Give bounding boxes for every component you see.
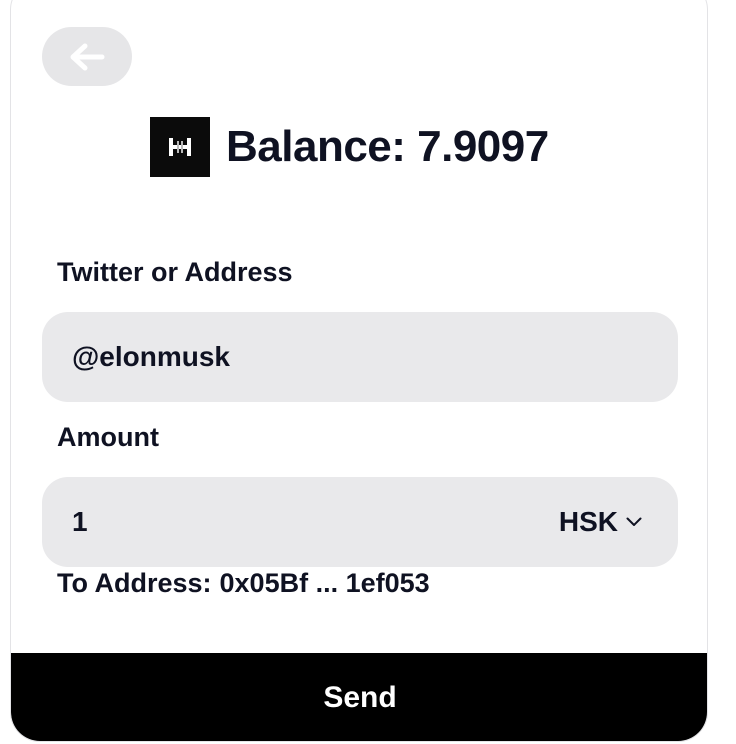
recipient-input[interactable]: @elonmusk [42,312,678,402]
to-address-line: To Address: 0x05Bf ... 1ef053 [57,568,438,599]
balance-text: Balance: 7.9097 [226,122,549,171]
send-card: Balance: 7.9097 Twitter or Address @elon… [10,0,708,742]
token-select[interactable]: HSK [559,506,642,538]
to-address-value: 0x05Bf ... 1ef053 [219,568,430,598]
hsk-token-logo-icon [150,117,210,177]
recipient-input-value: @elonmusk [72,341,231,372]
amount-label: Amount [57,422,159,452]
balance-row: Balance: 7.9097 [150,117,549,177]
recipient-label: Twitter or Address [57,257,293,287]
amount-input[interactable]: 1 HSK [42,477,678,567]
arrow-left-icon [70,43,105,70]
send-button[interactable]: Send [11,653,707,741]
to-address-label: To Address: [57,568,212,598]
token-select-label: HSK [558,506,618,537]
back-button[interactable] [42,27,132,86]
chevron-down-icon [626,517,642,526]
amount-input-value: 1 [72,506,88,537]
